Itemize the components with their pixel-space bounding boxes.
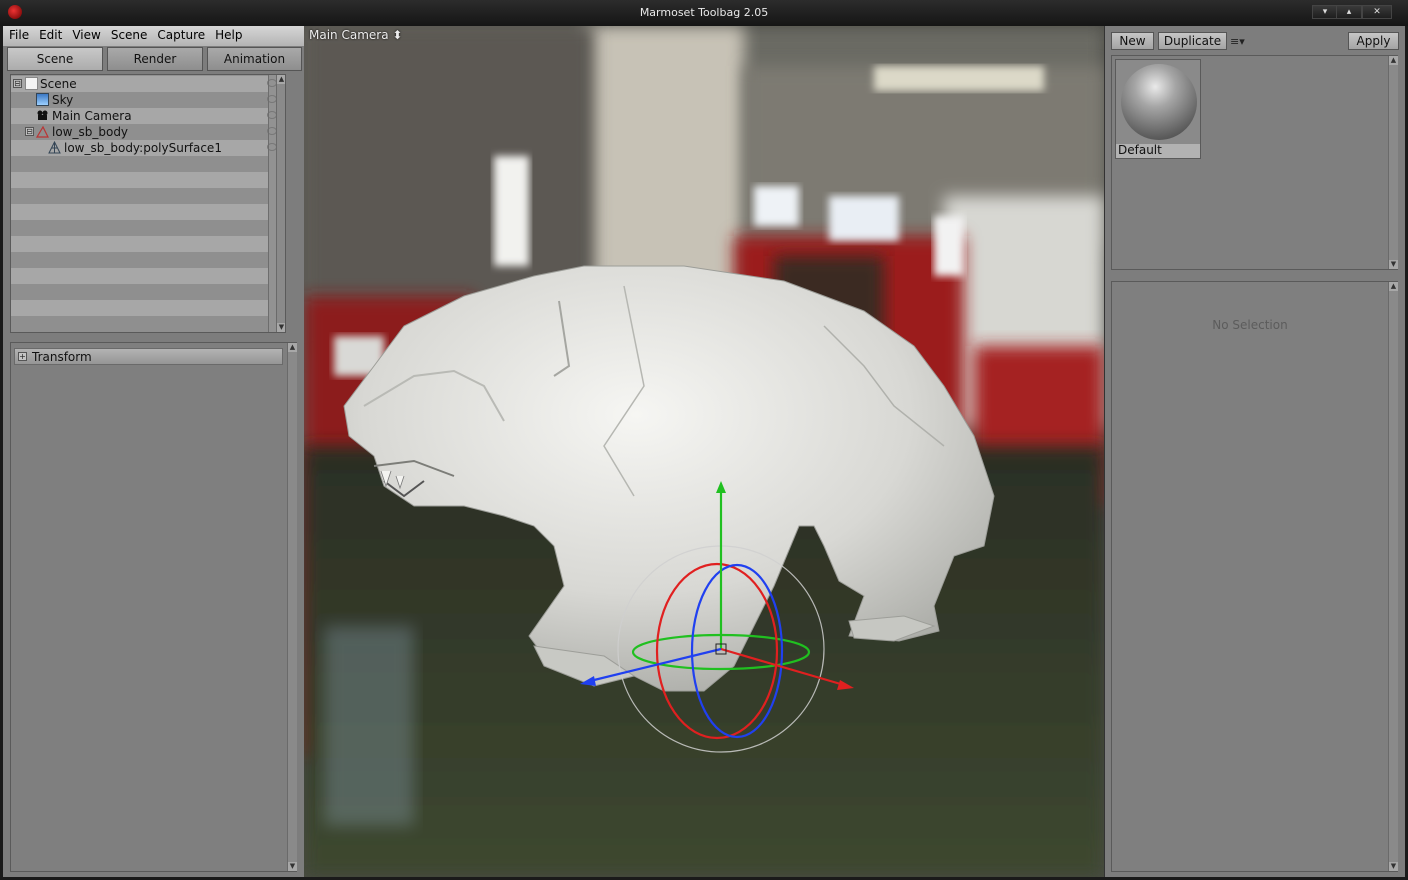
menu-file[interactable]: File <box>3 26 33 42</box>
material-name: Default <box>1116 144 1200 158</box>
scroll-down-icon[interactable]: ▼ <box>277 323 285 332</box>
close-button[interactable]: ✕ <box>1362 5 1392 19</box>
tree-empty-row <box>11 220 269 236</box>
collapse-icon[interactable]: ⊟ <box>25 127 34 136</box>
tree-item-label: Scene <box>40 77 77 91</box>
tree-empty-row <box>11 316 269 332</box>
material-menu-icon[interactable]: ≡▾ <box>1230 35 1245 48</box>
camera-selector[interactable]: Main Camera ⬍ <box>309 28 402 42</box>
menu-view[interactable]: View <box>66 26 104 42</box>
tree-empty-row <box>11 268 269 284</box>
material-properties: No Selection ▲ ▼ <box>1111 281 1398 872</box>
material-properties-scrollbar[interactable]: ▲ ▼ <box>1388 282 1398 871</box>
window-title: Marmoset Toolbag 2.05 <box>639 6 769 19</box>
scene-tree: ⊟ Scene Sky Main Camera ⊟ low_sb_body lo… <box>10 74 286 333</box>
tree-item-label: Sky <box>52 93 74 107</box>
right-panel: New Duplicate ≡▾ Apply Default ▲ ▼ No Se… <box>1104 26 1405 877</box>
title-bar: Marmoset Toolbag 2.05 ▾ ▴ ✕ <box>0 0 1408 26</box>
material-thumbnail-default[interactable]: Default <box>1115 59 1201 159</box>
tree-empty-row <box>11 284 269 300</box>
document-icon <box>25 77 38 90</box>
expand-icon[interactable]: + <box>18 352 27 361</box>
tree-row-sky[interactable]: Sky <box>11 92 277 108</box>
mesh-icon <box>36 125 49 138</box>
tree-row-main-camera[interactable]: Main Camera <box>11 108 277 124</box>
scroll-up-icon[interactable]: ▲ <box>1389 56 1398 65</box>
tree-row-scene[interactable]: ⊟ Scene <box>11 76 277 92</box>
tree-row-poly-surface[interactable]: low_sb_body:polySurface1 <box>11 140 277 156</box>
menu-scene[interactable]: Scene <box>105 26 152 42</box>
menu-help[interactable]: Help <box>209 26 246 42</box>
menu-capture[interactable]: Capture <box>151 26 209 42</box>
scroll-down-icon[interactable]: ▼ <box>288 862 297 871</box>
minimize-button[interactable]: ▾ <box>1312 5 1338 19</box>
tree-empty-row <box>11 188 269 204</box>
panel-tabs: Scene Render Animation <box>5 47 304 71</box>
tree-empty-row <box>11 252 269 268</box>
tab-animation[interactable]: Animation <box>207 47 302 71</box>
material-library: Default ▲ ▼ <box>1111 55 1398 270</box>
apply-material-button[interactable]: Apply <box>1348 32 1399 50</box>
collapse-icon[interactable]: ⊟ <box>13 79 22 88</box>
tab-render[interactable]: Render <box>107 47 203 71</box>
transform-header[interactable]: + Transform <box>14 348 283 365</box>
tree-empty-row <box>11 236 269 252</box>
camera-icon <box>37 110 48 120</box>
no-selection-text: No Selection <box>1212 318 1288 332</box>
viewport-scene[interactable] <box>304 26 1104 877</box>
menu-bar: File Edit View Scene Capture Help <box>3 26 304 46</box>
transform-label: Transform <box>32 350 92 364</box>
material-sphere-preview <box>1121 64 1197 140</box>
tree-scrollbar[interactable]: ▲ ▼ <box>276 75 285 332</box>
scroll-down-icon[interactable]: ▼ <box>1389 260 1398 269</box>
scroll-up-icon[interactable]: ▲ <box>277 75 285 84</box>
tree-empty-row <box>11 172 269 188</box>
tree-empty-row <box>11 300 269 316</box>
tree-item-label: low_sb_body <box>52 125 129 139</box>
new-material-button[interactable]: New <box>1111 32 1154 50</box>
tree-column-divider <box>268 75 269 332</box>
submesh-icon <box>48 141 61 154</box>
properties-panel: + Transform ▲ ▼ <box>10 342 297 872</box>
scroll-up-icon[interactable]: ▲ <box>288 343 297 352</box>
scroll-up-icon[interactable]: ▲ <box>1389 282 1398 291</box>
left-panel: File Edit View Scene Capture Help Scene Rende… <box>3 26 304 877</box>
properties-scrollbar[interactable]: ▲ ▼ <box>287 343 297 871</box>
menu-edit[interactable]: Edit <box>33 26 66 42</box>
tree-item-label: low_sb_body:polySurface1 <box>64 141 222 155</box>
tree-item-label: Main Camera <box>52 109 132 123</box>
sky-icon <box>36 93 49 106</box>
tab-scene[interactable]: Scene <box>7 47 103 71</box>
3d-viewport[interactable]: Main Camera ⬍ <box>304 26 1104 877</box>
tree-empty-row <box>11 204 269 220</box>
materials-scrollbar[interactable]: ▲ ▼ <box>1388 56 1398 269</box>
tree-empty-row <box>11 156 269 172</box>
scroll-down-icon[interactable]: ▼ <box>1389 862 1398 871</box>
maximize-button[interactable]: ▴ <box>1336 5 1362 19</box>
duplicate-material-button[interactable]: Duplicate <box>1158 32 1227 50</box>
tree-row-low-sb-body[interactable]: ⊟ low_sb_body <box>11 124 277 140</box>
